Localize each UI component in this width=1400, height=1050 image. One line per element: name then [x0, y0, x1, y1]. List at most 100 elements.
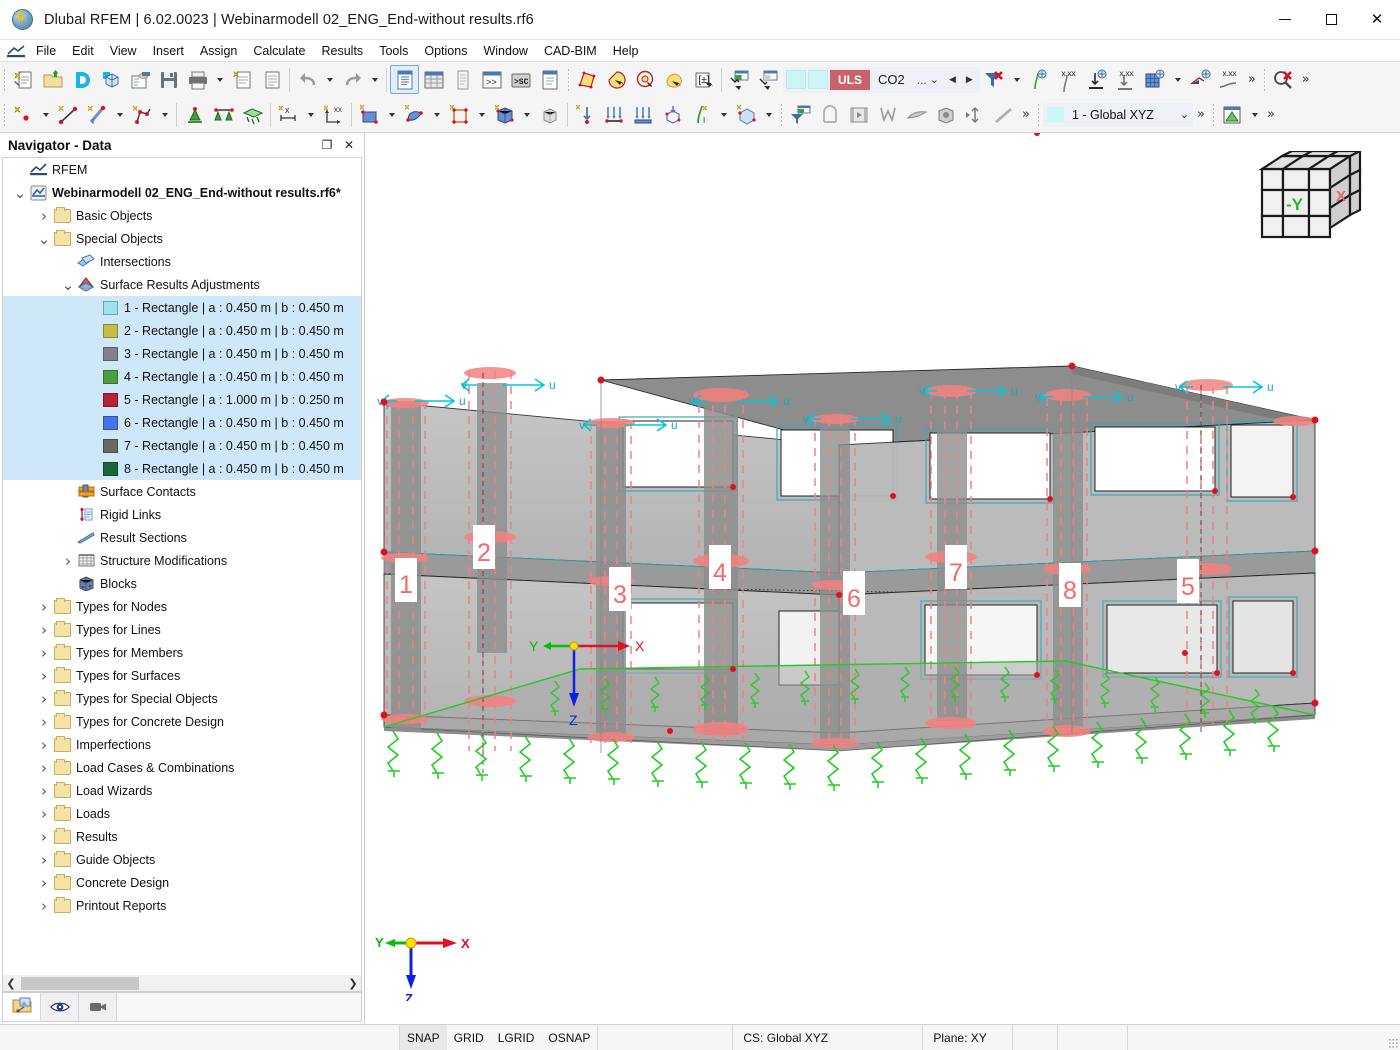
tree-item-loads[interactable]: › Loads	[3, 802, 361, 825]
tree-item-types-for-concrete-design[interactable]: › Types for Concrete Design	[3, 710, 361, 733]
status-coordinate-system[interactable]: CS: Global XYZ	[732, 1025, 922, 1050]
tree-item-basic-objects[interactable]: › Basic Objects	[3, 204, 361, 227]
navigator-undock-button[interactable]: ❐	[316, 135, 338, 155]
chevron-right-icon[interactable]: ›	[35, 621, 53, 639]
new-line-button[interactable]	[54, 100, 83, 129]
tree-item-surface-contacts[interactable]: Surface Contacts	[3, 480, 361, 503]
new-opening-button[interactable]	[445, 100, 474, 129]
tree-item-load-cases-combinations[interactable]: › Load Cases & Combinations	[3, 756, 361, 779]
next-load-case-button[interactable]: ▶	[961, 75, 978, 85]
pan-view-button[interactable]	[989, 100, 1018, 129]
menu-view[interactable]: View	[102, 40, 145, 61]
undo-dropdown-arrow[interactable]	[322, 65, 338, 94]
uls-badge[interactable]: ULS	[830, 69, 870, 90]
select-objects-button[interactable]	[573, 65, 602, 94]
tree-item-types-for-lines[interactable]: › Types for Lines	[3, 618, 361, 641]
render-view-button[interactable]	[844, 100, 873, 129]
select-circle-button[interactable]	[631, 65, 660, 94]
view-toolbar-overflow[interactable]: »	[1018, 107, 1034, 122]
save-button[interactable]	[154, 65, 183, 94]
print-button[interactable]	[183, 65, 212, 94]
member-dropdown-arrow[interactable]	[112, 100, 128, 129]
toolbar-gripper-7[interactable]	[1212, 103, 1214, 126]
status-plane[interactable]: Plane: XY	[922, 1025, 1012, 1050]
solid-dropdown-arrow[interactable]	[519, 100, 535, 129]
new-solid-load-button[interactable]	[658, 100, 687, 129]
navigator-close-button[interactable]: ✕	[338, 135, 360, 155]
new-nodal-load-button[interactable]	[571, 100, 600, 129]
tree-item-blocks[interactable]: Blocks	[3, 572, 361, 595]
tree-item-rfem[interactable]: RFEM	[3, 158, 361, 181]
scrollbar-track[interactable]	[19, 975, 345, 991]
scroll-right-icon[interactable]: ❯	[345, 977, 361, 990]
load-case-ellipsis[interactable]: ...	[912, 73, 927, 87]
status-snap-toggle[interactable]: SNAP	[400, 1024, 447, 1050]
deformation-values-button[interactable]: x.xx	[1054, 65, 1083, 94]
new-member-button[interactable]: I	[83, 100, 112, 129]
new-model-button[interactable]	[9, 65, 38, 94]
cs-toolbar-overflow[interactable]: »	[1193, 107, 1209, 122]
scroll-left-icon[interactable]: ❮	[3, 977, 19, 990]
menu-results[interactable]: Results	[314, 40, 372, 61]
tree-item-2-rectangle-a-0-450-m-b-0-450-m[interactable]: 2 - Rectangle | a : 0.450 m | b : 0.450 …	[3, 319, 361, 342]
tree-item-guide-objects[interactable]: › Guide Objects	[3, 848, 361, 871]
status-lgrid-toggle[interactable]: LGRID	[491, 1025, 542, 1050]
menu-tools[interactable]: Tools	[371, 40, 416, 61]
result-diagram-button[interactable]	[1186, 65, 1215, 94]
chevron-right-icon[interactable]: ›	[59, 552, 77, 570]
deformation-results-button[interactable]	[1025, 65, 1054, 94]
select-by-window-button[interactable]	[602, 65, 631, 94]
scrollbar-thumb[interactable]	[21, 976, 139, 990]
chevron-right-icon[interactable]: ›	[35, 805, 53, 823]
chevron-right-icon[interactable]: ›	[35, 851, 53, 869]
dimension-dropdown-arrow[interactable]	[303, 100, 319, 129]
maximize-button[interactable]	[1308, 0, 1354, 40]
new-surface-support-button[interactable]	[238, 100, 267, 129]
opening-dropdown-arrow[interactable]	[474, 100, 490, 129]
new-line-support-button[interactable]	[209, 100, 238, 129]
new-printout-report-button[interactable]	[228, 65, 257, 94]
filter-results-button[interactable]	[980, 65, 1009, 94]
work-plane-button[interactable]	[1218, 100, 1247, 129]
redo-button[interactable]	[338, 65, 367, 94]
menu-window[interactable]: Window	[475, 40, 535, 61]
menu-file[interactable]: File	[28, 40, 64, 61]
new-surface-load-button[interactable]	[629, 100, 658, 129]
new-surface-button[interactable]	[355, 100, 384, 129]
load-case-selector[interactable]: ULS CO2 ... ⌄ ◀ ▶	[783, 66, 980, 93]
surface-dropdown-arrow[interactable]	[384, 100, 400, 129]
tree-item-surface-results-adjustments[interactable]: ⌄ Surface Results Adjustments	[3, 273, 361, 296]
zoom-reset-button[interactable]	[1269, 65, 1298, 94]
filter-dropdown-arrow[interactable]	[1009, 65, 1025, 94]
print-preview-button[interactable]	[125, 65, 154, 94]
surface-results-dropdown-arrow[interactable]	[1170, 65, 1186, 94]
toolbar-gripper[interactable]	[4, 68, 5, 91]
select-special-button[interactable]: [±]	[689, 65, 718, 94]
printout-report-button[interactable]	[257, 65, 286, 94]
chevron-right-icon[interactable]: ›	[35, 897, 53, 915]
model-viewport-3d[interactable]: uv uv uv uv uv uv uv uv 1 2 3 4 5 6 7 8 …	[365, 133, 1400, 1024]
navigator-tab-views[interactable]	[79, 993, 117, 1021]
dlubal-center-button[interactable]	[67, 65, 96, 94]
dimension-xx-button[interactable]: xx	[319, 100, 348, 129]
polyline-dropdown-arrow[interactable]	[157, 100, 173, 129]
select-freehand-button[interactable]	[660, 65, 689, 94]
navigator-tab-display[interactable]	[41, 993, 79, 1021]
tree-item-results[interactable]: › Results	[3, 825, 361, 848]
new-solid-button[interactable]	[490, 100, 519, 129]
view-cube[interactable]: -Y X	[1248, 149, 1376, 268]
model-info-button[interactable]	[96, 65, 125, 94]
tree-item-types-for-special-objects[interactable]: › Types for Special Objects	[3, 687, 361, 710]
output-window-button[interactable]	[535, 65, 564, 94]
show-loads-button[interactable]	[725, 65, 754, 94]
chevron-right-icon[interactable]: ›	[35, 736, 53, 754]
navigator-tab-data[interactable]	[3, 993, 41, 1021]
move-view-button[interactable]	[960, 100, 989, 129]
navigator-horizontal-scrollbar[interactable]: ❮ ❯	[2, 975, 362, 992]
chevron-right-icon[interactable]: ›	[35, 667, 53, 685]
toolbar-gripper-2[interactable]	[568, 68, 569, 91]
resize-grip-icon[interactable]	[1384, 1025, 1400, 1050]
hide-loads-button[interactable]	[754, 65, 783, 94]
tree-item-webinarmodell-02-eng-end-without-results-rf6[interactable]: ⌄ Webinarmodell 02_ENG_End-without result…	[3, 181, 361, 204]
navigator-tree[interactable]: RFEM ⌄ Webinarmodell 02_ENG_End-without re…	[2, 157, 362, 975]
